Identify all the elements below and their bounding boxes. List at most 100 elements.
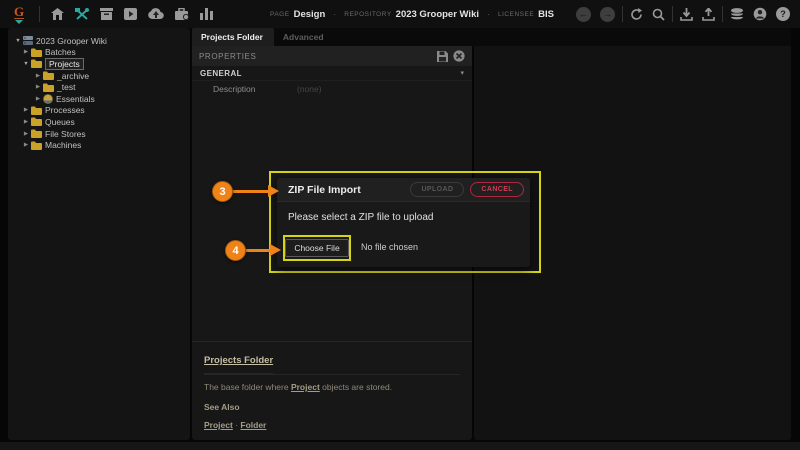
tree-node-file-stores[interactable]: ▶ File Stores <box>8 128 190 140</box>
caret-collapsed-icon[interactable]: ▶ <box>34 84 42 90</box>
jobs-briefcase-icon[interactable] <box>175 8 189 20</box>
help-inline-link-project[interactable]: Project <box>291 382 320 392</box>
field-value[interactable]: (none) <box>297 84 322 94</box>
stats-chart-icon[interactable] <box>200 8 213 20</box>
upload-button[interactable]: UPLOAD <box>410 182 464 197</box>
properties-toolbar: PROPERTIES <box>192 46 472 66</box>
grooper-logo[interactable]: G <box>6 2 32 26</box>
caret-collapsed-icon[interactable]: ▶ <box>22 142 30 148</box>
tree-node-test[interactable]: ▶ _test <box>8 81 190 93</box>
see-also-heading: See Also <box>204 402 460 412</box>
repository-node-icon <box>23 36 33 45</box>
tree-node-label: Batches <box>45 47 76 57</box>
forward-button[interactable]: → <box>600 7 615 22</box>
tree-node-label: Queues <box>45 117 75 127</box>
divider <box>39 6 40 22</box>
properties-title: PROPERTIES <box>199 52 256 61</box>
export-upload-icon[interactable] <box>702 8 715 21</box>
tab-strip: Projects Folder Advanced <box>192 28 791 46</box>
cloud-upload-icon[interactable] <box>148 8 164 20</box>
dialog-title: ZIP File Import <box>288 184 361 196</box>
caret-collapsed-icon[interactable]: ▶ <box>34 96 42 102</box>
caret-collapsed-icon[interactable]: ▶ <box>22 107 30 113</box>
bottom-status-bar <box>0 442 800 450</box>
section-title: GENERAL <box>200 69 242 78</box>
top-app-bar: G PAGE Design · REPOSITORY 2023 Grooper <box>0 0 800 28</box>
annotation-step-4-badge: 4 <box>225 240 246 261</box>
tree-node-processes[interactable]: ▶ Processes <box>8 105 190 117</box>
licensee-label: LICENSEE <box>498 11 534 18</box>
tree-node-label: 2023 Grooper Wiki <box>36 36 107 46</box>
tree-node-label: Machines <box>45 140 81 150</box>
caret-collapsed-icon[interactable]: ▶ <box>22 131 30 137</box>
folder-icon <box>43 83 54 92</box>
caret-collapsed-icon[interactable]: ▶ <box>22 119 30 125</box>
chevron-down-icon[interactable]: ▾ <box>460 69 464 77</box>
folder-icon <box>31 141 42 150</box>
close-icon[interactable] <box>453 50 465 62</box>
tree-node-label: Essentials <box>56 94 95 104</box>
annotation-arrow-4-line <box>246 249 271 252</box>
separator-dot: · <box>487 9 490 19</box>
folder-icon <box>43 71 54 80</box>
save-icon[interactable] <box>437 51 448 62</box>
database-icon[interactable] <box>730 8 744 21</box>
annotation-arrow-3-line <box>233 190 269 193</box>
repository-value[interactable]: 2023 Grooper Wiki <box>396 9 479 20</box>
tree-node-label: Processes <box>45 105 85 115</box>
tree-node-queues[interactable]: ▶ Queues <box>8 116 190 128</box>
folder-icon <box>31 117 42 126</box>
home-icon[interactable] <box>51 8 64 20</box>
repository-label: REPOSITORY <box>344 11 391 18</box>
project-globe-icon <box>43 94 53 104</box>
see-also-links: Project · Folder <box>204 420 460 430</box>
refresh-icon[interactable] <box>630 8 643 21</box>
account-icon[interactable] <box>753 7 767 21</box>
run-box-icon[interactable] <box>124 8 137 20</box>
caret-expanded-icon[interactable]: ▼ <box>14 38 22 44</box>
cancel-button[interactable]: CANCEL <box>470 182 524 197</box>
tree-node-label: _test <box>57 82 75 92</box>
caret-collapsed-icon[interactable]: ▶ <box>22 49 30 55</box>
tree-node-label: Projects <box>45 58 84 70</box>
dialog-message: Please select a ZIP file to upload <box>277 202 530 223</box>
no-file-chosen-text: No file chosen <box>361 242 418 252</box>
tab-projects-folder[interactable]: Projects Folder <box>192 28 274 46</box>
tab-advanced[interactable]: Advanced <box>274 28 335 46</box>
licensee-value: BIS <box>538 9 554 20</box>
tree-node-essentials[interactable]: ▶ Essentials <box>8 93 190 105</box>
choose-file-button[interactable]: Choose File <box>285 239 348 257</box>
help-icon[interactable]: ? <box>776 7 790 21</box>
tree-node-label: _archive <box>57 71 89 81</box>
help-body-text: The base folder where Project objects ar… <box>204 382 460 392</box>
design-tools-icon[interactable] <box>75 8 89 21</box>
annotation-arrow-3-head <box>268 185 279 197</box>
field-description[interactable]: Description (none) <box>192 81 472 96</box>
see-also-link-folder[interactable]: Folder <box>240 420 266 430</box>
search-icon[interactable] <box>652 8 665 21</box>
page-value[interactable]: Design <box>294 9 326 20</box>
separator-dot: · <box>333 9 336 19</box>
see-also-link-project[interactable]: Project <box>204 420 233 430</box>
caret-collapsed-icon[interactable]: ▶ <box>34 73 42 79</box>
tree-node-archive[interactable]: ▶ _archive <box>8 70 190 82</box>
help-title-link[interactable]: Projects Folder <box>204 355 273 374</box>
tree-node-batches[interactable]: ▶ Batches <box>8 47 190 59</box>
dialog-title-bar: ZIP File Import UPLOAD CANCEL <box>277 178 530 202</box>
tree-node-projects-selected[interactable]: ▼ Projects <box>8 58 190 70</box>
logo-chevron-icon <box>15 20 23 24</box>
section-general[interactable]: GENERAL ▾ <box>192 66 472 81</box>
tree-node-repository[interactable]: ▼ 2023 Grooper Wiki <box>8 35 190 47</box>
caret-expanded-icon[interactable]: ▼ <box>22 61 30 67</box>
folder-icon <box>31 48 42 57</box>
help-body-prefix: The base folder where <box>204 382 291 392</box>
tree-node-machines[interactable]: ▶ Machines <box>8 139 190 151</box>
batches-box-icon[interactable] <box>100 8 113 20</box>
annotation-step-3-badge: 3 <box>212 181 233 202</box>
zip-file-import-dialog: ZIP File Import UPLOAD CANCEL Please sel… <box>277 178 530 267</box>
back-button[interactable]: ← <box>576 7 591 22</box>
page-label: PAGE <box>270 11 290 18</box>
import-download-icon[interactable] <box>680 8 693 21</box>
help-body-suffix: objects are stored. <box>320 382 392 392</box>
help-glyph: ? <box>780 9 786 19</box>
